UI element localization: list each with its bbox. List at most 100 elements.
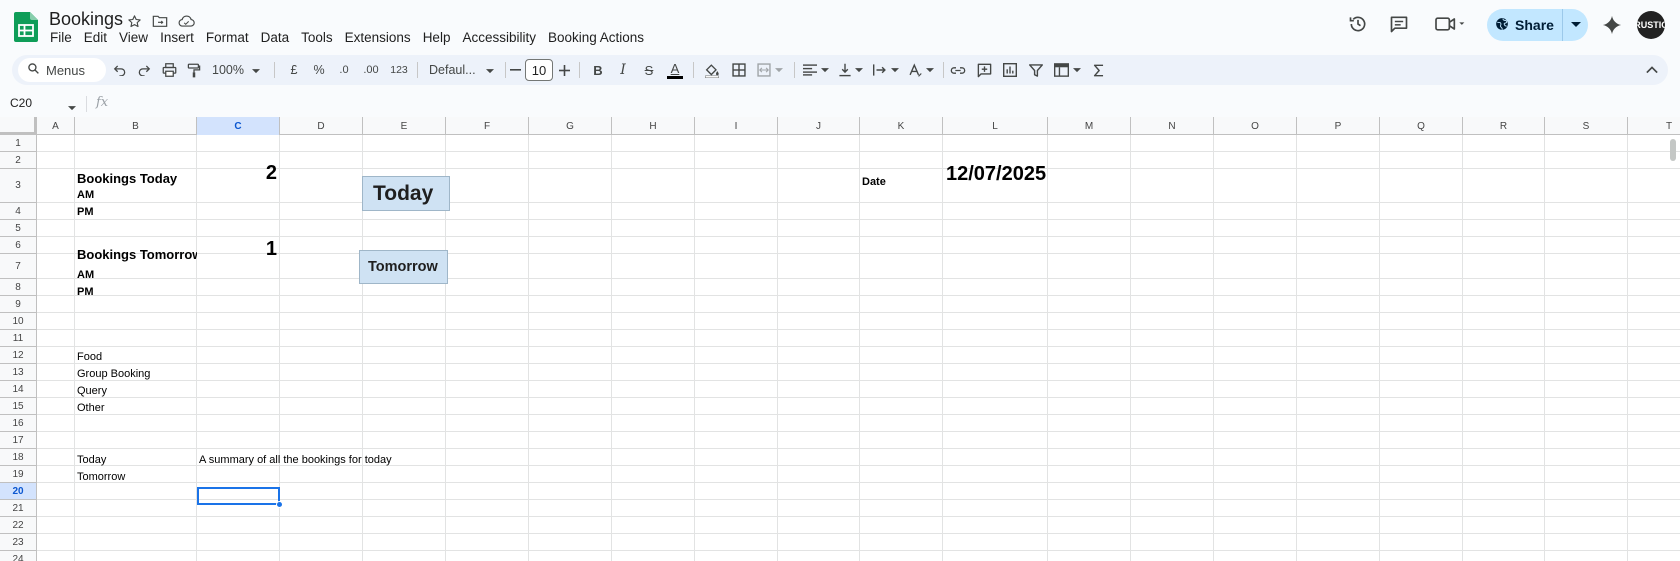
column-header-d[interactable]: D xyxy=(280,117,363,135)
row-header-12[interactable]: 12 xyxy=(0,347,37,364)
cloud-status-icon[interactable] xyxy=(176,11,196,31)
cell-b9[interactable]: PM xyxy=(77,284,197,300)
bold-button[interactable]: B xyxy=(587,58,609,82)
row-header-17[interactable]: 17 xyxy=(0,432,37,449)
vertical-align-icon[interactable] xyxy=(834,58,868,82)
insert-link-icon[interactable] xyxy=(946,58,970,82)
menu-extensions[interactable]: Extensions xyxy=(339,29,417,47)
column-header-a[interactable]: A xyxy=(37,117,75,135)
column-header-o[interactable]: O xyxy=(1214,117,1297,135)
cell-c3[interactable]: 2 xyxy=(197,160,277,186)
menu-data[interactable]: Data xyxy=(255,29,296,47)
redo-icon[interactable] xyxy=(132,58,156,82)
italic-button[interactable]: I xyxy=(612,58,634,82)
account-avatar[interactable]: RUSTIC xyxy=(1637,11,1665,39)
row-header-22[interactable]: 22 xyxy=(0,517,37,534)
cell-b4[interactable]: AM xyxy=(77,187,197,203)
column-header-f[interactable]: F xyxy=(446,117,529,135)
column-header-q[interactable]: Q xyxy=(1380,117,1463,135)
insert-chart-icon[interactable] xyxy=(998,58,1022,82)
meet-video-icon[interactable] xyxy=(1433,12,1469,36)
collapse-toolbar-icon[interactable] xyxy=(1640,58,1664,82)
cell-b5[interactable]: PM xyxy=(77,204,197,220)
row-header-4[interactable]: 4 xyxy=(0,203,37,220)
column-header-k[interactable]: K xyxy=(860,117,943,135)
borders-icon[interactable] xyxy=(727,58,751,82)
cell-b7[interactable]: Bookings Tomorrow xyxy=(77,245,197,265)
column-header-e[interactable]: E xyxy=(363,117,446,135)
column-header-i[interactable]: I xyxy=(695,117,778,135)
gemini-sparkle-icon[interactable] xyxy=(1600,13,1624,37)
cell-b8[interactable]: AM xyxy=(77,267,197,283)
text-color-button[interactable]: A xyxy=(664,58,686,82)
menu-file[interactable]: File xyxy=(44,29,78,47)
vertical-scrollbar[interactable] xyxy=(1670,139,1676,161)
star-icon[interactable] xyxy=(124,11,144,31)
row-header-5[interactable]: 5 xyxy=(0,220,37,237)
column-header-b[interactable]: B xyxy=(75,117,197,135)
paint-format-icon[interactable] xyxy=(182,58,206,82)
menu-tools[interactable]: Tools xyxy=(295,29,339,47)
text-rotation-icon[interactable] xyxy=(904,58,938,82)
row-header-7[interactable]: 7 xyxy=(0,254,37,279)
menu-help[interactable]: Help xyxy=(417,29,457,47)
cell-l3[interactable]: 12/07/2025 xyxy=(946,162,1048,186)
column-header-l[interactable]: L xyxy=(943,117,1048,135)
row-header-24[interactable]: 24 xyxy=(0,551,37,561)
increase-font-size-icon[interactable] xyxy=(556,58,572,82)
column-header-p[interactable]: P xyxy=(1297,117,1380,135)
more-formats-button[interactable]: 123 xyxy=(387,58,411,82)
row-header-3[interactable]: 3 xyxy=(0,169,37,203)
row-header-13[interactable]: 13 xyxy=(0,364,37,381)
row-header-18[interactable]: 18 xyxy=(0,449,37,466)
document-title[interactable]: Bookings xyxy=(49,9,123,30)
select-all-corner[interactable] xyxy=(0,117,37,135)
menu-view[interactable]: View xyxy=(113,29,154,47)
undo-icon[interactable] xyxy=(108,58,132,82)
row-header-16[interactable]: 16 xyxy=(0,415,37,432)
row-header-15[interactable]: 15 xyxy=(0,398,37,415)
row-header-11[interactable]: 11 xyxy=(0,330,37,347)
decrease-font-size-icon[interactable] xyxy=(507,58,523,82)
text-wrapping-icon[interactable] xyxy=(869,58,903,82)
merge-cells-icon[interactable] xyxy=(752,58,788,82)
cell-b20[interactable]: Tomorrow xyxy=(77,469,197,485)
row-header-10[interactable]: 10 xyxy=(0,313,37,330)
row-header-23[interactable]: 23 xyxy=(0,534,37,551)
functions-sigma-icon[interactable] xyxy=(1086,58,1110,82)
fill-color-icon[interactable] xyxy=(700,58,724,82)
row-header-14[interactable]: 14 xyxy=(0,381,37,398)
column-header-t[interactable]: T xyxy=(1628,117,1680,135)
tomorrow-button[interactable]: Tomorrow xyxy=(359,250,448,284)
cell-b16[interactable]: Other xyxy=(77,400,197,416)
menu-edit[interactable]: Edit xyxy=(78,29,113,47)
zoom-select[interactable]: 100% xyxy=(209,58,263,82)
move-folder-icon[interactable] xyxy=(150,11,170,31)
filter-icon[interactable] xyxy=(1024,58,1048,82)
column-header-m[interactable]: M xyxy=(1048,117,1131,135)
decrease-decimal-button[interactable]: .0 xyxy=(333,58,355,82)
column-header-j[interactable]: J xyxy=(778,117,860,135)
chevron-down-icon[interactable] xyxy=(68,98,76,116)
cell-b19[interactable]: Today xyxy=(77,452,197,468)
row-header-1[interactable]: 1 xyxy=(0,135,37,152)
row-header-8[interactable]: 8 xyxy=(0,279,37,296)
cell-b15[interactable]: Query xyxy=(77,383,197,399)
cell-c7[interactable]: 1 xyxy=(197,236,277,262)
cell-k3[interactable]: Date xyxy=(862,174,942,190)
share-dropdown-icon[interactable] xyxy=(1563,9,1588,41)
column-header-g[interactable]: G xyxy=(529,117,612,135)
column-header-r[interactable]: R xyxy=(1463,117,1545,135)
cell-b13[interactable]: Food xyxy=(77,349,197,365)
row-header-19[interactable]: 19 xyxy=(0,466,37,483)
format-percent-button[interactable]: % xyxy=(309,58,329,82)
row-header-2[interactable]: 2 xyxy=(0,152,37,169)
menu-accessibility[interactable]: Accessibility xyxy=(456,29,542,47)
menu-booking-actions[interactable]: Booking Actions xyxy=(542,29,650,47)
sheets-logo-icon[interactable] xyxy=(14,12,38,42)
version-history-icon[interactable] xyxy=(1346,12,1370,36)
cell-b14[interactable]: Group Booking xyxy=(77,366,197,382)
horizontal-align-icon[interactable] xyxy=(799,58,833,82)
active-cell-selection[interactable] xyxy=(197,487,280,505)
column-header-s[interactable]: S xyxy=(1545,117,1628,135)
